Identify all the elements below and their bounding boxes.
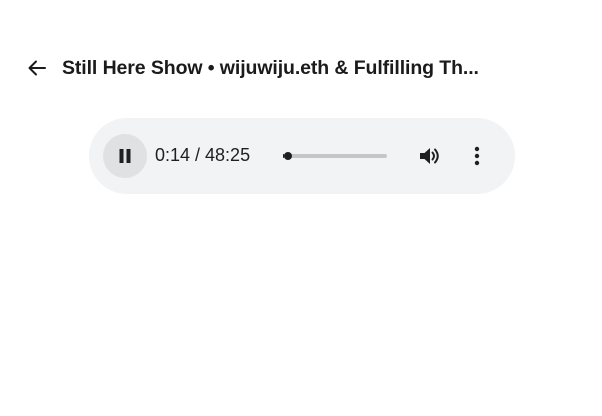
progress-thumb[interactable] xyxy=(283,152,292,160)
header: Still Here Show • wijuwiju.eth & Fulfill… xyxy=(26,54,586,82)
page: Still Here Show • wijuwiju.eth & Fulfill… xyxy=(0,0,602,416)
volume-icon xyxy=(420,148,439,164)
arrow-left-icon xyxy=(28,60,46,76)
pause-icon xyxy=(119,149,131,163)
progress-track xyxy=(283,154,387,158)
more-vertical-icon xyxy=(474,146,480,166)
pause-button[interactable] xyxy=(103,134,147,178)
more-options-button[interactable] xyxy=(467,143,487,169)
volume-button[interactable] xyxy=(417,143,443,169)
page-title: Still Here Show • wijuwiju.eth & Fulfill… xyxy=(62,56,479,79)
time-display: 0:14 / 48:25 xyxy=(155,145,251,165)
progress-slider[interactable] xyxy=(283,152,387,160)
back-button[interactable] xyxy=(26,57,48,79)
audio-player: 0:14 / 48:25 xyxy=(89,118,515,194)
